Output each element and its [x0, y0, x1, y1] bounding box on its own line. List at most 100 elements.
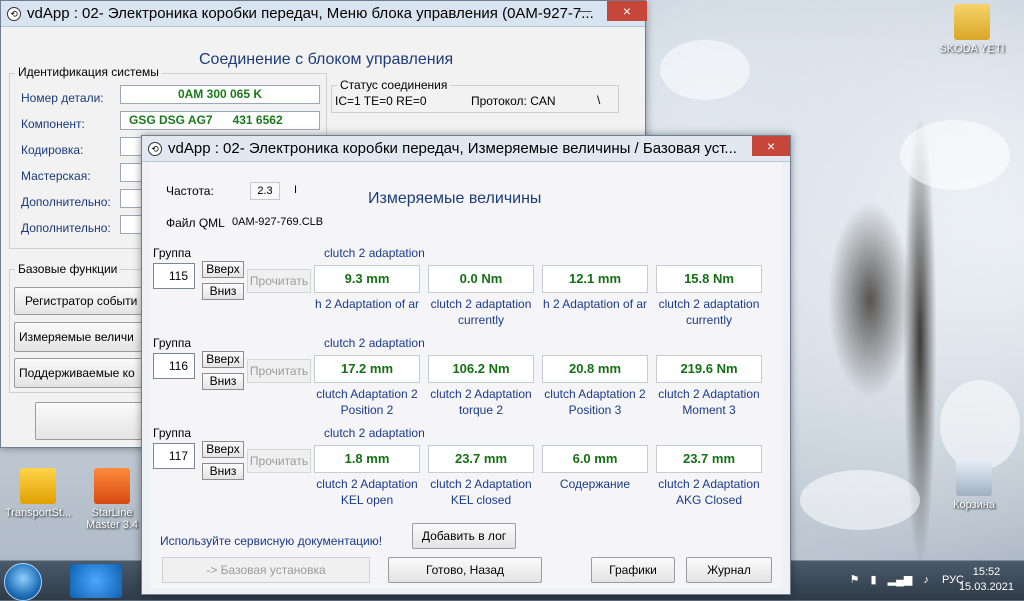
car-icon	[20, 468, 56, 504]
desktop-icon-label: SKODA YETI	[939, 43, 1005, 55]
read-button[interactable]: Прочитать	[247, 449, 311, 473]
measure-value: 20.8 mm	[542, 355, 648, 383]
measured-values-heading: Измеряемые величины	[368, 190, 542, 207]
app-icon: ⟲	[7, 6, 21, 21]
start-button[interactable]	[4, 563, 42, 601]
measure-label: h 2 Adaptation of ar	[314, 297, 420, 311]
protocol-label: Протокол: CAN	[471, 94, 556, 108]
journal-button[interactable]: Журнал	[686, 557, 772, 583]
close-button[interactable]: ×	[752, 136, 790, 156]
done-back-button[interactable]: Готово, Назад	[388, 557, 542, 583]
desktop-icon-label: Корзина	[953, 499, 995, 511]
supported-codes-button[interactable]: Поддерживаемые ко	[14, 358, 148, 388]
snow-patch	[800, 470, 920, 530]
group-up-button[interactable]: Вверх	[202, 261, 244, 278]
desktop-icon-label: Master 3.4	[86, 519, 138, 531]
group-up-button[interactable]: Вверх	[202, 441, 244, 458]
minimize-button[interactable]: —	[571, 1, 599, 21]
measure-value: 219.6 Nm	[656, 355, 762, 383]
group-down-button[interactable]: Вниз	[202, 283, 244, 300]
measure-value: 106.2 Nm	[428, 355, 534, 383]
measure-label: clutch 2 Adaptation AKG Closed	[658, 477, 760, 507]
clock-time: 15:52	[972, 566, 1001, 578]
clock-date: 15.03.2021	[958, 581, 1014, 593]
field-label: Дополнительно:	[21, 221, 111, 235]
measured-values-window: ⟲ vdApp : 02- Электроника коробки переда…	[141, 135, 791, 595]
desktop-icon-starline[interactable]: StarLine Master 3.4	[74, 468, 150, 531]
ident-group-label: Идентификация системы	[15, 65, 162, 79]
measure-label: clutch 2 Adaptation torque 2	[430, 387, 532, 417]
window-titlebar[interactable]: ⟲ vdApp : 02- Электроника коробки переда…	[142, 136, 790, 162]
group-label: Группа	[153, 336, 192, 350]
measure-value: 17.2 mm	[314, 355, 420, 383]
window-title: vdApp : 02- Электроника коробки передач,…	[168, 140, 737, 157]
volume-icon[interactable]: ♪	[923, 574, 929, 586]
back-window-button[interactable]	[35, 402, 147, 440]
measure-value: 1.8 mm	[314, 445, 420, 473]
group-down-button[interactable]: Вниз	[202, 463, 244, 480]
field-label: Номер детали:	[21, 91, 104, 105]
frequency-label: Частота:	[166, 184, 214, 198]
qml-file: 0AM-927-769.CLB	[232, 216, 324, 228]
snow-patch	[940, 380, 1020, 470]
clock[interactable]: 15:52 15.03.2021	[959, 565, 1014, 595]
desktop-icon-label: TransportSt...	[4, 507, 72, 519]
signal-icon[interactable]: ▂▄▆	[888, 574, 913, 586]
status-group-label: Статус соединения	[337, 78, 451, 92]
graphs-button[interactable]: Графики	[591, 557, 675, 583]
flag-icon[interactable]: ⚑	[850, 574, 860, 586]
status-line: IC=1 TE=0 RE=0	[335, 94, 427, 108]
measure-label: clutch Adaptation 2 Position 2	[316, 387, 418, 417]
group-number-input[interactable]: 117	[153, 443, 195, 469]
measure-value: 9.3 mm	[314, 265, 420, 293]
component-value: GSG DSG AG7 431 6562	[120, 111, 320, 130]
measure-label: clutch 2 adaptation currently	[658, 297, 760, 327]
desktop-icon-skoda[interactable]: SKODA YETI	[934, 4, 1010, 55]
measure-label: clutch 2 Adaptation Moment 3	[658, 387, 760, 417]
group-caption: clutch 2 adaptation	[324, 426, 425, 440]
add-to-log-button[interactable]: Добавить в лог	[412, 523, 516, 549]
wrench-icon	[94, 468, 130, 504]
measure-label: clutch Adaptation 2 Position 3	[544, 387, 646, 417]
group-up-button[interactable]: Вверх	[202, 351, 244, 368]
measure-label: h 2 Adaptation of ar	[542, 297, 648, 311]
desktop-icon-transport[interactable]: TransportSt...	[0, 468, 76, 519]
read-button[interactable]: Прочитать	[247, 269, 311, 293]
read-button[interactable]: Прочитать	[247, 359, 311, 383]
window-titlebar[interactable]: ⟲ vdApp : 02- Электроника коробки переда…	[1, 1, 645, 27]
folder-icon	[954, 4, 990, 40]
qml-label: Файл QML	[166, 216, 225, 230]
group-label: Группа	[153, 426, 192, 440]
group-number-input[interactable]: 116	[153, 353, 195, 379]
base-functions-label: Базовые функции	[15, 262, 121, 276]
connection-heading: Соединение с блоком управления	[199, 51, 454, 68]
group-down-button[interactable]: Вниз	[202, 373, 244, 390]
measure-value: 12.1 mm	[542, 265, 648, 293]
measure-value: 15.8 Nm	[656, 265, 762, 293]
measure-label: Содержание	[559, 477, 631, 491]
field-label: Дополнительно:	[21, 195, 111, 209]
service-doc-hint: Используйте сервисную документацию!	[160, 534, 383, 548]
desktop-icon-recycle-bin[interactable]: Корзина	[936, 460, 1012, 511]
measured-values-button[interactable]: Измеряемые величи	[14, 322, 148, 352]
ie-taskbar-icon[interactable]	[70, 564, 122, 598]
measure-label: clutch 2 adaptation currently	[430, 297, 532, 327]
part-number-value: 0AM 300 065 K	[120, 85, 320, 104]
field-label: Кодировка:	[21, 143, 84, 157]
group-caption: clutch 2 adaptation	[324, 246, 425, 260]
measure-label: clutch 2 Adaptation KEL open	[316, 477, 418, 507]
basic-setting-button[interactable]: -> Базовая установка	[162, 557, 370, 583]
group-number-input[interactable]: 115	[153, 263, 195, 289]
frequency-value: 2.3	[250, 182, 280, 200]
snow-patch	[900, 120, 1010, 190]
app-icon: ⟲	[148, 141, 162, 156]
group-caption: clutch 2 adaptation	[324, 336, 425, 350]
measured-values-panel: Частота: 2.3 I Файл QML 0AM-927-769.CLB …	[150, 162, 782, 588]
close-button[interactable]: ×	[607, 1, 647, 21]
window-title: vdApp : 02- Электроника коробки передач,…	[27, 5, 594, 22]
measure-value: 6.0 mm	[542, 445, 648, 473]
battery-icon[interactable]: ▮	[871, 574, 877, 586]
event-log-button[interactable]: Регистратор событи	[14, 287, 148, 315]
measure-label: clutch 2 Adaptation KEL closed	[430, 477, 532, 507]
recycle-bin-icon	[956, 460, 992, 496]
